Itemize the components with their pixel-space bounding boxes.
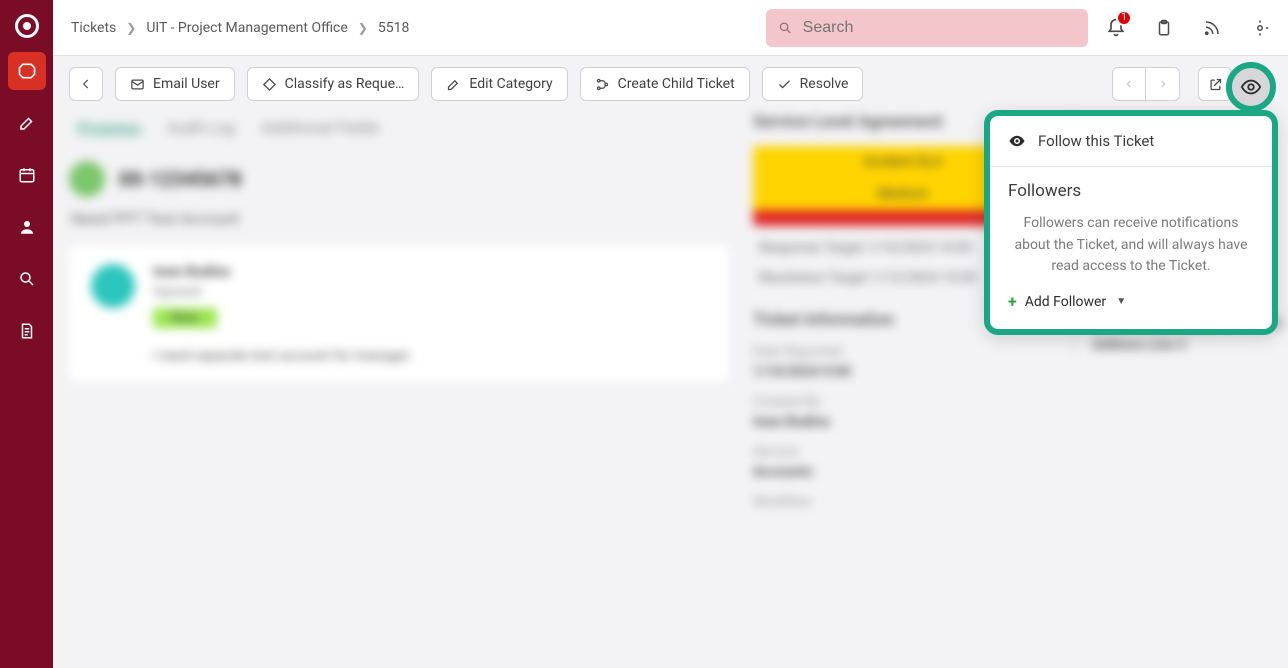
- global-search[interactable]: [766, 9, 1088, 47]
- settings-button[interactable]: [1240, 8, 1280, 48]
- follow-ticket-label: Follow this Ticket: [1038, 132, 1154, 150]
- create-child-ticket-button[interactable]: Create Child Ticket: [580, 67, 750, 101]
- back-button[interactable]: [69, 67, 103, 101]
- caret-down-icon: ▼: [1116, 296, 1126, 307]
- clipboard-icon: [1155, 19, 1173, 37]
- prev-ticket-button[interactable]: [1112, 67, 1146, 101]
- search-icon: [778, 20, 793, 36]
- requester-avatar: [69, 161, 105, 197]
- next-ticket-button[interactable]: [1146, 67, 1180, 101]
- timeline-entry: Iwan Budina Opened New I need separate t…: [69, 246, 729, 382]
- edit-category-label: Edit Category: [469, 76, 552, 92]
- email-user-label: Email User: [153, 76, 220, 92]
- classify-label: Classify as Reque…: [285, 76, 405, 92]
- followers-description: Followers can receive notifications abou…: [1008, 213, 1254, 278]
- check-icon: [777, 77, 792, 92]
- ticket-subject: Need PPT Test Account: [71, 209, 729, 228]
- resolve-button[interactable]: Resolve: [762, 67, 864, 101]
- nav-users[interactable]: [8, 208, 46, 246]
- eye-icon: [1240, 76, 1262, 98]
- entry-author: Iwan Budina: [153, 264, 412, 280]
- date-reported-label: Date Reported: [753, 344, 1053, 360]
- clipboard-button[interactable]: [1144, 8, 1184, 48]
- add-follower-label: Add Follower: [1025, 294, 1106, 310]
- app-logo-icon: [15, 14, 39, 38]
- tag-icon: [262, 77, 277, 92]
- email-user-button[interactable]: Email User: [115, 67, 235, 101]
- chevron-right-icon: ❯: [126, 21, 136, 35]
- service-label: Service: [753, 444, 1053, 460]
- plus-icon: +: [1008, 292, 1017, 311]
- rss-icon: [1203, 19, 1221, 37]
- pencil-icon: [446, 77, 461, 92]
- ticket-id: 00-12345678: [119, 167, 242, 191]
- nav-tickets[interactable]: [8, 52, 46, 90]
- followers-popover: Follow this Ticket Followers Followers c…: [984, 110, 1278, 335]
- resolve-label: Resolve: [800, 76, 849, 92]
- notification-badge: 1: [1116, 10, 1132, 26]
- chevron-right-icon: [1158, 79, 1168, 89]
- follow-ticket-row[interactable]: Follow this Ticket: [990, 116, 1272, 167]
- created-by-value: Iwan Budina: [753, 414, 1053, 430]
- notifications-button[interactable]: 1: [1096, 8, 1136, 48]
- breadcrumb-root[interactable]: Tickets: [71, 20, 116, 36]
- external-link-icon: [1208, 77, 1223, 92]
- create-child-label: Create Child Ticket: [618, 76, 735, 92]
- classify-request-button[interactable]: Classify as Reque…: [247, 67, 420, 101]
- service-value: Accounts: [753, 464, 1053, 480]
- ticket-info-title: Ticket Information: [753, 310, 894, 330]
- tab-audit-log[interactable]: Audit Log: [167, 118, 235, 137]
- add-follower-button[interactable]: + Add Follower ▼: [1008, 292, 1254, 311]
- top-header: Tickets ❯ UIT - Project Management Offic…: [53, 0, 1288, 56]
- breadcrumb: Tickets ❯ UIT - Project Management Offic…: [71, 20, 409, 36]
- gear-partial-icon: [1251, 19, 1269, 37]
- followers-title: Followers: [1008, 181, 1254, 201]
- breadcrumb-group[interactable]: UIT - Project Management Office: [146, 20, 347, 36]
- nav-ticket-pager: [1112, 67, 1180, 101]
- chevron-left-icon: [1124, 79, 1134, 89]
- entry-status: Opened: [153, 284, 412, 300]
- nav-documents[interactable]: [8, 312, 46, 350]
- nav-search[interactable]: [8, 260, 46, 298]
- branch-icon: [595, 77, 610, 92]
- tab-additional-fields[interactable]: Additional Fields: [261, 118, 379, 137]
- date-reported-value: 1/10/2024 9:00: [753, 364, 1053, 380]
- eye-icon: [1008, 132, 1026, 150]
- edit-category-button[interactable]: Edit Category: [431, 67, 567, 101]
- nav-compose[interactable]: [8, 104, 46, 142]
- entry-body: I need separate test account for manager…: [153, 348, 412, 364]
- arrow-left-icon: [79, 77, 93, 91]
- envelope-icon: [130, 77, 145, 92]
- nav-calendar[interactable]: [8, 156, 46, 194]
- status-badge: New: [153, 308, 217, 328]
- breadcrumb-id[interactable]: 5518: [378, 20, 409, 36]
- workflow-label: Workflow: [753, 494, 1053, 510]
- watch-ticket-button[interactable]: [1226, 62, 1276, 112]
- chevron-right-icon: ❯: [358, 21, 368, 35]
- ticket-toolbar: Email User Classify as Reque… Edit Categ…: [53, 56, 1288, 112]
- search-input[interactable]: [803, 19, 1076, 37]
- created-by-label: Created By: [753, 394, 1053, 410]
- feed-button[interactable]: [1192, 8, 1232, 48]
- tab-progress[interactable]: Progress: [77, 118, 141, 137]
- left-rail: [0, 0, 53, 668]
- entry-avatar: [91, 264, 135, 308]
